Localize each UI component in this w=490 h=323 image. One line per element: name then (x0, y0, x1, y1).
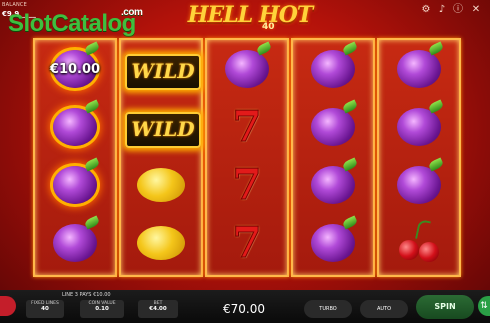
reel-2: WILD WILD (119, 38, 203, 277)
win-amount-label: €10.00 (49, 62, 101, 77)
info-icon[interactable]: ⓘ (452, 4, 464, 16)
reel-cell (293, 41, 373, 98)
reel-cell (207, 41, 287, 98)
coin-value-value: 0.10 (95, 306, 109, 312)
reel-cell: €10.00 (35, 41, 115, 98)
spin-button[interactable]: SPIN (416, 295, 474, 319)
leaf-icon (83, 41, 101, 56)
plum-symbol (311, 50, 355, 88)
turbo-button[interactable]: TURBO (304, 300, 352, 318)
auto-label: AUTO (376, 306, 392, 312)
leaf-icon (83, 157, 101, 172)
leaf-icon (255, 41, 273, 56)
leaf-icon (83, 99, 101, 114)
spin-label: SPIN (434, 302, 456, 311)
reel-3: 7 7 7 (205, 38, 289, 277)
plum-symbol (397, 50, 441, 88)
leaf-icon (427, 99, 445, 114)
reel-cell (293, 99, 373, 156)
reel-cell (379, 99, 459, 156)
reel-cell: 7 (207, 158, 287, 214)
cherry-stem-icon (415, 218, 431, 242)
top-bar: BALANCE €9,9__.__ SlotCatalog .com HELL … (0, 0, 490, 37)
reel-1: €10.00 (33, 38, 117, 277)
leaf-icon (341, 157, 359, 172)
cherry-symbol (399, 240, 419, 260)
close-icon[interactable]: ✕ (470, 4, 482, 16)
reel-cell (35, 215, 115, 272)
reel-cell: WILD (121, 100, 201, 156)
total-win-display: €70.00 (223, 302, 265, 316)
plum-symbol (311, 166, 355, 204)
game-logo-title: HELL HOT (187, 2, 313, 28)
reel-cell (35, 157, 115, 214)
seven-symbol: 7 (232, 102, 262, 152)
leaf-icon (427, 41, 445, 56)
balance-label: BALANCE (2, 2, 27, 8)
seven-symbol: 7 (232, 160, 262, 210)
leaf-icon (341, 41, 359, 56)
reel-cell (121, 158, 201, 214)
bet-value: €4.00 (149, 306, 167, 312)
reel-5 (377, 38, 461, 277)
plum-symbol (311, 224, 355, 262)
reel-4 (291, 38, 375, 277)
bet-panel[interactable]: BET €4.00 (138, 300, 178, 318)
reel-cell (293, 215, 373, 272)
reel-cell (379, 216, 459, 272)
turbo-label: TURBO (319, 306, 337, 312)
plum-symbol (397, 166, 441, 204)
watermark-logo: SlotCatalog .com (8, 7, 143, 38)
wild-symbol: WILD (125, 54, 201, 90)
leaf-icon (427, 157, 445, 172)
plum-symbol (53, 224, 97, 262)
watermark-text: SlotCatalog (8, 10, 136, 37)
leaf-icon (83, 215, 101, 230)
reel-cell: 7 (207, 100, 287, 156)
plum-symbol (397, 108, 441, 146)
reels-area: €10.00 WILD WILD 7 7 7 (33, 38, 461, 277)
reel-cell (121, 216, 201, 272)
plum-symbol (53, 108, 97, 146)
reel-cell (379, 41, 459, 98)
auto-button[interactable]: AUTO (360, 300, 408, 318)
cherry-symbol (419, 242, 439, 262)
reel-cell (35, 99, 115, 156)
game-logo-subtitle: 40 (262, 22, 275, 32)
plum-symbol (225, 50, 269, 88)
plum-symbol (53, 166, 97, 204)
lemon-symbol (137, 168, 185, 202)
settings-icon[interactable]: ⚙ (420, 4, 432, 16)
fixed-lines-panel: FIXED LINES 40 (26, 300, 64, 318)
reel-cell: 7 (207, 216, 287, 272)
leaf-icon (341, 215, 359, 230)
reel-cell (293, 157, 373, 214)
wild-symbol: WILD (125, 112, 201, 148)
fixed-lines-value: 40 (41, 306, 49, 312)
sound-icon[interactable]: ♪ (436, 4, 448, 16)
win-line-text: LINE 3 PAYS €10.00 (62, 292, 111, 298)
plum-symbol (311, 108, 355, 146)
game-logo: HELL HOT 40 (180, 2, 320, 36)
watermark-tld: .com (121, 7, 143, 18)
seven-symbol: 7 (232, 218, 262, 268)
reel-cell (379, 157, 459, 214)
coin-value-panel[interactable]: COIN VALUE 0.10 (80, 300, 124, 318)
leaf-icon (341, 99, 359, 114)
reel-cell: WILD (121, 42, 201, 98)
lemon-symbol (137, 226, 185, 260)
